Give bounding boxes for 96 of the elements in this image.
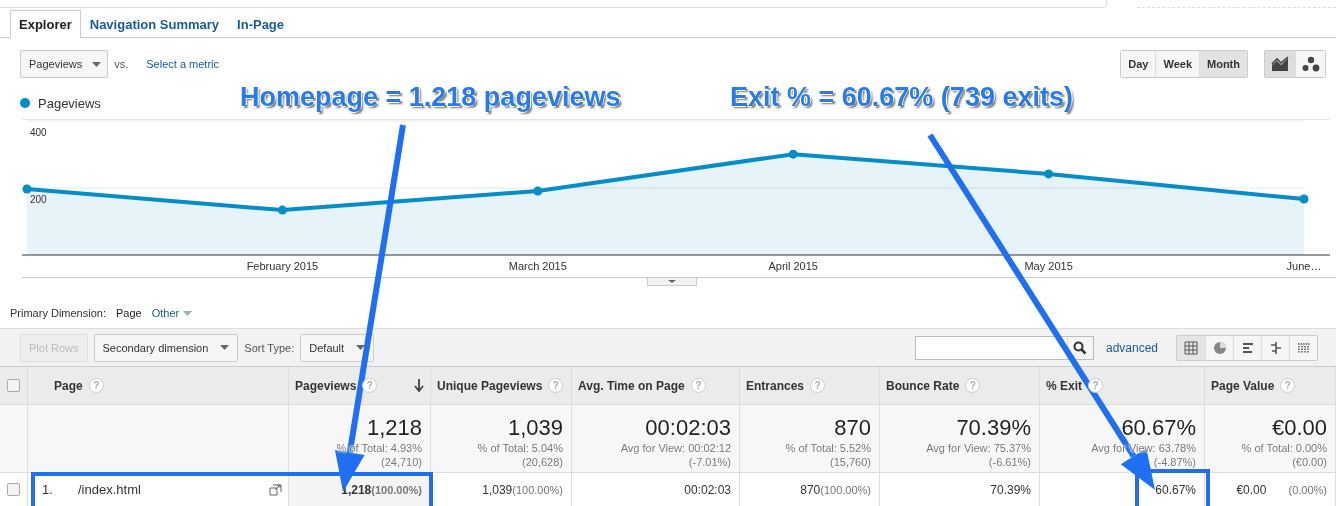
open-page-icon[interactable] [269,483,282,496]
view-button[interactable] [1261,335,1289,360]
cell-value: 870 [800,482,821,497]
total-base: (-7.01%) [688,455,731,469]
secondary-dimension-dropdown[interactable]: Secondary dimension [93,333,239,362]
sort-type-dropdown[interactable]: Default [300,333,375,362]
dimension-option[interactable]: Page [115,307,142,319]
period-button[interactable]: Week [1155,51,1199,77]
data-point [788,149,798,159]
period-button[interactable]: Month [1199,51,1247,77]
total-value: 1,218 [366,415,422,441]
total-base: (15,760) [830,455,871,469]
row-index: 1. [41,482,54,497]
x-tick-label: February 2015 [246,260,319,272]
caret-icon [356,345,366,350]
line-chart-icon [1271,56,1289,72]
dimension-option[interactable]: Other [151,307,193,319]
caret-icon [183,310,193,316]
grid-icon [1184,340,1198,355]
total-value: 1,039 [507,415,563,441]
column-header[interactable]: Page ? [28,367,289,405]
total-value: 70.39% [956,415,1031,441]
pie-chart-icon [1212,340,1227,355]
total-base: (-4.87%) [1153,455,1196,469]
total-detail: % of Total: 5.04% [477,441,563,455]
search-field[interactable] [914,335,1094,360]
total-value: 870 [834,415,871,441]
column-header[interactable]: Unique Pageviews ? [431,367,572,405]
select-metric-link[interactable]: Select a metric [146,58,219,70]
cell-share: (100.00%) [820,483,871,496]
y-tick-label: 200 [30,194,47,205]
column-header[interactable]: Page Value ? [1205,367,1336,405]
x-tick-label: May 2015 [1024,260,1073,272]
search-icon [1073,340,1088,355]
total-base: (24,710) [381,455,422,469]
x-tick-label: April 2015 [768,260,818,272]
total-value: €0.00 [1271,415,1327,441]
bubbles-icon [1301,56,1320,72]
total-base: (20,628) [522,455,563,469]
view-button[interactable] [1205,335,1233,360]
tab[interactable]: Explorer [10,10,81,38]
column-header[interactable]: Pageviews ? [289,367,431,405]
cell-share: (0.00%) [1288,483,1327,496]
metric-dropdown[interactable]: Pageviews [20,50,109,78]
column-header[interactable]: Bounce Rate ? [880,367,1040,405]
vs-label: vs. [114,58,129,70]
total-value: 00:02:03 [645,415,731,441]
tab[interactable]: In-Page [228,10,294,37]
legend-label: Pageviews [38,95,101,111]
total-detail: % of Total: 5.52% [785,441,871,455]
primary-dimension-label: Primary Dimension: [10,307,106,319]
cell-value: 1,039 [482,482,513,497]
chart-type-button[interactable] [1265,51,1295,77]
data-point [22,184,32,194]
chart-type-button[interactable] [1295,51,1325,77]
data-point [1044,169,1054,179]
x-tick-label: June… [1286,260,1322,272]
sort-arrow-icon [414,379,424,392]
x-tick-label: March 2015 [508,260,567,272]
pivot-icon [1296,340,1311,355]
column-header[interactable]: % Exit ? [1040,367,1205,405]
callout-text: Homepage = 1.218 pageviews [240,82,621,113]
view-button[interactable] [1177,335,1205,360]
total-detail: % of Total: 0.00% [1241,441,1327,455]
total-base: (€0.00) [1292,455,1327,469]
period-button[interactable]: Day [1121,51,1156,77]
tab[interactable]: Navigation Summary [80,10,229,37]
data-point [277,205,287,215]
cell-value: 00:02:03 [684,482,731,497]
total-detail: Avg for View: 00:02:12 [620,441,731,455]
cell-share: (100.00%) [371,483,422,496]
cell-value: 60.67% [1155,482,1196,497]
bar-chart-icon [1240,340,1255,355]
row-checkbox[interactable] [7,483,20,496]
resize-handle[interactable] [647,277,697,286]
cell-share: (100.00%) [512,483,563,496]
total-detail: Avg for View: 75.37% [926,441,1031,455]
data-point [1299,194,1309,204]
cell-value: €0.00 [1236,482,1267,497]
view-button[interactable] [1233,335,1261,360]
column-header[interactable]: Entrances ? [740,367,880,405]
advanced-link[interactable]: advanced [1105,340,1158,355]
comparison-icon [1268,340,1283,355]
cell-value: 70.39% [990,482,1031,497]
callout-text: Exit % = 60.67% (739 exits) [730,82,1073,113]
column-header[interactable]: Avg. Time on Page ? [572,367,740,405]
select-all-checkbox[interactable] [7,379,20,392]
data-point [533,186,543,196]
total-value: 60.67% [1121,415,1196,441]
page-link[interactable]: /index.html [78,482,269,497]
sort-type-label: Sort Type: [244,341,295,354]
caret-icon [220,345,230,350]
view-button[interactable] [1289,335,1317,360]
y-tick-label: 400 [30,127,47,138]
total-base: (-6.61%) [988,455,1031,469]
caret-icon [92,61,102,67]
